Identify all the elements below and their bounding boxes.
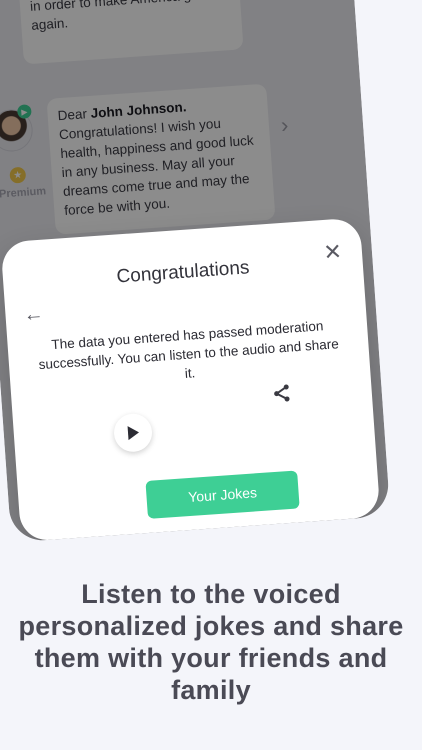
- close-icon[interactable]: ✕: [323, 239, 343, 265]
- promo-caption: Listen to the voiced personalized jokes …: [18, 579, 404, 705]
- back-arrow-icon[interactable]: ←: [23, 303, 44, 326]
- dialog-title: Congratulations: [115, 257, 251, 288]
- share-button[interactable]: [271, 383, 293, 409]
- dialog-message: The data you entered has passed moderati…: [38, 318, 340, 381]
- share-icon: [274, 384, 290, 402]
- your-jokes-button[interactable]: Your Jokes: [145, 470, 300, 519]
- phone-screenshot: work hard and comp... job tasks in order…: [0, 0, 391, 543]
- play-button[interactable]: [112, 412, 154, 454]
- congratulations-dialog: Congratulations ✕ ← The data you entered…: [0, 217, 381, 543]
- play-icon: [127, 426, 140, 441]
- home-indicator: [161, 535, 280, 543]
- app-screen: work hard and comp... job tasks in order…: [0, 0, 391, 543]
